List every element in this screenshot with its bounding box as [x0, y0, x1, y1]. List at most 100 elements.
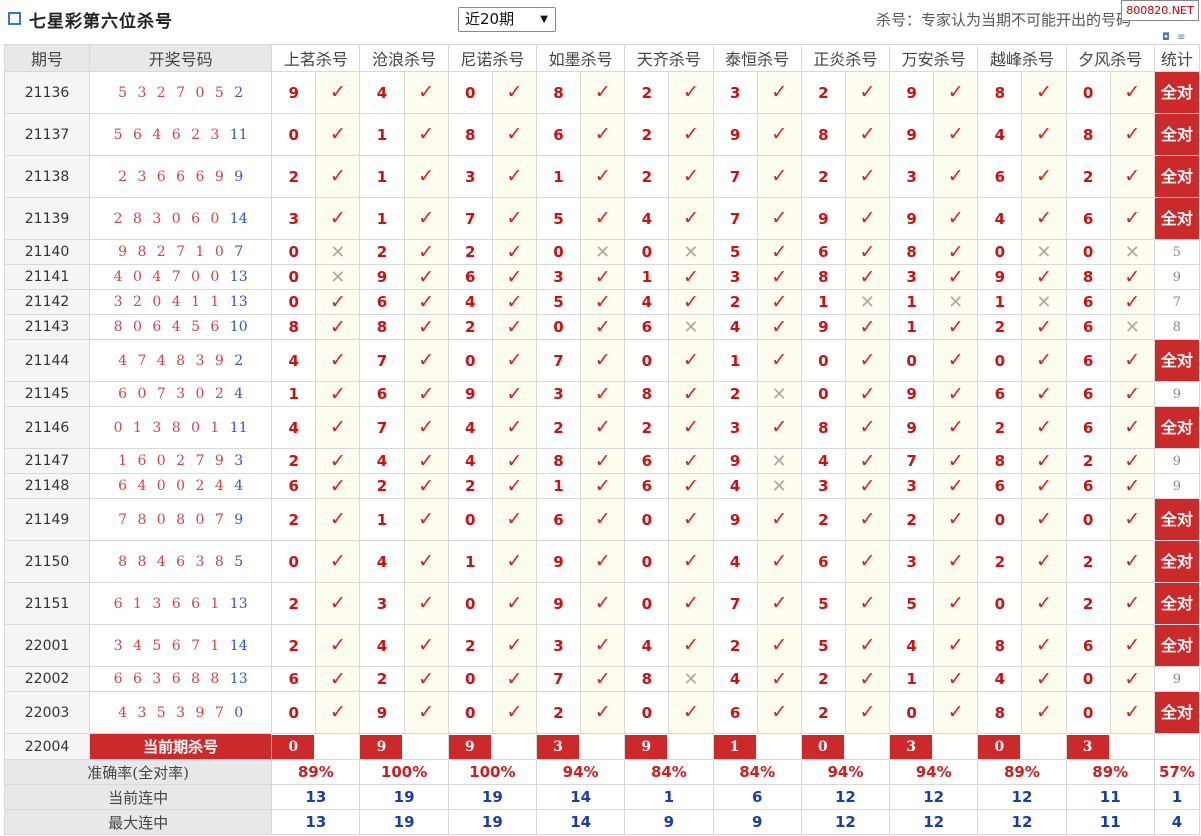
draw-extra-number: 14 [229, 210, 248, 227]
current-kill-cell: 3 [1065, 733, 1155, 760]
site-badge[interactable]: 800820.NET [1121, 0, 1199, 21]
col-expert-header[interactable]: 尼诺杀号 [447, 44, 538, 72]
result-mark-cell: ✓ [1021, 314, 1067, 340]
kill-number-cell: 2 [800, 155, 846, 198]
col-expert-header[interactable]: 夕风杀号 [1065, 44, 1155, 72]
cross-icon: ✕ [771, 475, 787, 497]
toolbar-mini-icons[interactable]: ◘ ≡ [1162, 32, 1198, 44]
kill-number-cell: 2 [271, 582, 317, 625]
draw-main-numbers: 4 7 4 8 3 9 [118, 352, 227, 369]
result-mark-cell: ✓ [668, 155, 714, 198]
kill-number-cell: 9 [359, 691, 405, 734]
period-range-select[interactable]: 近20期 ▼ [458, 7, 556, 32]
kill-number-cell: 1 [800, 289, 846, 315]
result-mark-cell: ✓ [756, 197, 802, 240]
correct-count-cell: 8 [1153, 314, 1201, 340]
result-mark-cell: ✓ [1021, 339, 1067, 382]
draw-extra-number: 11 [229, 126, 248, 143]
title-square-icon [8, 12, 21, 25]
result-mark-cell: ✓ [844, 339, 891, 382]
summary-row: 最大连中 13 19 19 14 9 9 12 12 12 11 4 [3, 809, 1201, 835]
current-kill-number: 9 [625, 734, 668, 759]
kill-number-cell: 1 [977, 289, 1023, 315]
result-mark-cell: ✓ [491, 289, 538, 315]
result-mark-cell: ✓ [756, 691, 802, 734]
draw-extra-number: 10 [229, 319, 248, 335]
check-icon: ✓ [594, 508, 611, 530]
check-icon: ✓ [418, 416, 435, 438]
col-expert-header[interactable]: 万安杀号 [889, 44, 979, 72]
check-icon: ✓ [418, 265, 435, 288]
kill-number-cell: 0 [977, 498, 1023, 541]
result-mark-cell: ✓ [491, 406, 538, 449]
check-icon: ✓ [682, 207, 699, 229]
kill-number-cell: 0 [447, 339, 493, 382]
result-mark-cell: ✓ [491, 339, 538, 382]
result-mark-cell: ✓ [1021, 498, 1067, 541]
kill-number-cell: 6 [271, 666, 317, 692]
check-icon: ✓ [1036, 634, 1052, 656]
kill-number-cell: 8 [977, 448, 1023, 474]
period-cell: 21143 [3, 314, 91, 340]
result-mark-cell: ✓ [756, 289, 802, 315]
result-mark-cell: ✓ [1109, 582, 1155, 625]
draw-numbers-cell: 4 7 4 8 3 9 2 [89, 339, 273, 382]
kill-number-cell: 4 [359, 540, 405, 583]
check-icon: ✓ [947, 81, 964, 103]
col-expert-header[interactable]: 沧浪杀号 [359, 44, 449, 72]
kill-number-cell: 3 [889, 155, 935, 198]
cross-icon: ✕ [683, 241, 699, 263]
result-mark-cell: ✓ [315, 381, 361, 407]
check-icon: ✓ [329, 592, 346, 614]
kill-number-cell: 1 [359, 113, 405, 156]
kill-number-cell: 2 [447, 314, 493, 340]
check-icon: ✓ [594, 207, 611, 229]
draw-main-numbers: 6 6 3 6 8 8 [113, 671, 223, 687]
kill-number-cell: 0 [1065, 498, 1111, 541]
all-correct-badge: 全对 [1153, 582, 1201, 625]
kill-number-cell: 2 [977, 314, 1023, 340]
col-expert-header[interactable]: 如墨杀号 [535, 44, 626, 72]
check-icon: ✓ [682, 290, 699, 313]
top-bar: 七星彩第六位杀号 近20期 ▼ 杀号：专家认为当期不可能开出的号码 800820… [0, 0, 1201, 44]
kill-number-cell: 4 [359, 71, 405, 114]
col-expert-header[interactable]: 越峰杀号 [977, 44, 1067, 72]
check-icon: ✓ [594, 382, 611, 405]
result-mark-cell: ✓ [844, 71, 891, 114]
draw-extra-number: 9 [234, 511, 244, 528]
check-icon: ✓ [1124, 701, 1141, 723]
check-icon: ✓ [682, 701, 699, 723]
kill-number-cell: 6 [1065, 624, 1111, 667]
table-row: 21150 8 8 4 6 3 8 5 0 ✓ 4 ✓ 1 ✓ 9 ✓ 0 ✓ 4 ✓ 6 ✓ 3 ✓ 2 ✓ 2 ✓ 全对 [3, 540, 1201, 583]
result-mark-cell: ✓ [1109, 666, 1155, 692]
col-expert-header[interactable]: 天齐杀号 [624, 44, 714, 72]
check-icon: ✓ [1124, 449, 1141, 472]
check-icon: ✓ [418, 207, 435, 229]
kill-number-cell: 0 [624, 540, 670, 583]
kill-number-cell: 4 [712, 540, 758, 583]
check-icon: ✓ [771, 290, 788, 313]
check-icon: ✓ [947, 315, 964, 338]
col-expert-header[interactable]: 正炎杀号 [800, 44, 891, 72]
summary-stat-value: 57% [1153, 759, 1201, 785]
result-mark-cell: ✓ [844, 582, 891, 625]
col-expert-header[interactable]: 上茗杀号 [271, 44, 361, 72]
kill-number-cell: 8 [1065, 264, 1111, 290]
kill-number-cell: 6 [447, 264, 493, 290]
period-cell: 22003 [3, 691, 91, 734]
kill-number-cell: 4 [447, 406, 493, 449]
result-mark-cell: ✓ [403, 498, 449, 541]
result-mark-cell: ✓ [580, 406, 626, 449]
draw-main-numbers: 5 3 2 7 0 5 [118, 84, 227, 101]
summary-value: 19 [447, 784, 538, 810]
result-mark-cell: ✓ [1021, 540, 1067, 583]
period-cell: 21139 [3, 197, 91, 240]
check-icon: ✓ [1124, 165, 1141, 187]
kill-number-cell: 1 [889, 314, 935, 340]
col-expert-header[interactable]: 泰恒杀号 [712, 44, 802, 72]
result-mark-cell: ✓ [403, 582, 449, 625]
current-kill-number: 0 [978, 734, 1021, 759]
result-mark-cell: ✓ [403, 155, 449, 198]
kill-number-cell: 8 [977, 71, 1023, 114]
result-mark-cell: ✓ [403, 289, 449, 315]
